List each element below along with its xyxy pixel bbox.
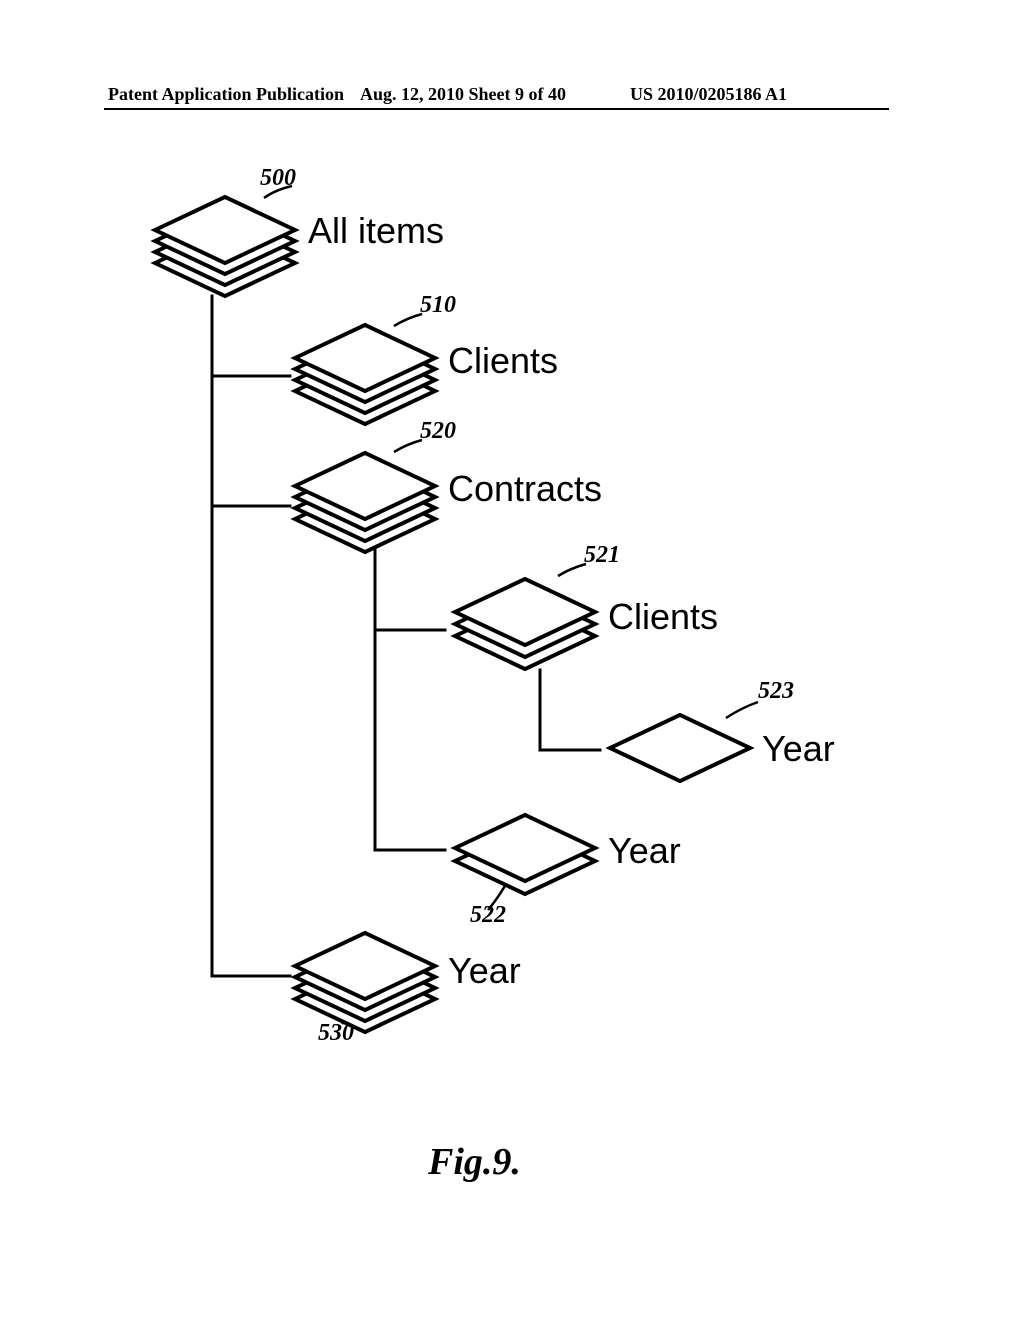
ref-522: 522 bbox=[470, 902, 506, 929]
stack-icon bbox=[295, 933, 435, 1032]
figure-label: Fig.9. bbox=[428, 1140, 521, 1184]
diagram-canvas bbox=[0, 0, 1024, 1320]
stack-icon bbox=[610, 715, 750, 781]
ref-530: 530 bbox=[318, 1020, 354, 1047]
ref-500: 500 bbox=[260, 165, 296, 192]
node-label-contracts: Contracts bbox=[448, 468, 602, 510]
node-label-year530: Year bbox=[448, 950, 521, 992]
ref-510: 510 bbox=[420, 292, 456, 319]
node-label-clients2: Clients bbox=[608, 596, 718, 638]
stack-icon bbox=[455, 579, 595, 669]
ref-520: 520 bbox=[420, 418, 456, 445]
stack-icon bbox=[295, 325, 435, 424]
stack-icon bbox=[455, 815, 595, 894]
node-label-clients: Clients bbox=[448, 340, 558, 382]
ref-523: 523 bbox=[758, 678, 794, 705]
ref-521: 521 bbox=[584, 542, 620, 569]
node-label-year523: Year bbox=[762, 728, 835, 770]
node-label-year522: Year bbox=[608, 830, 681, 872]
node-label-all-items: All items bbox=[308, 210, 444, 252]
stack-icon bbox=[295, 453, 435, 552]
stack-icon bbox=[155, 197, 295, 296]
